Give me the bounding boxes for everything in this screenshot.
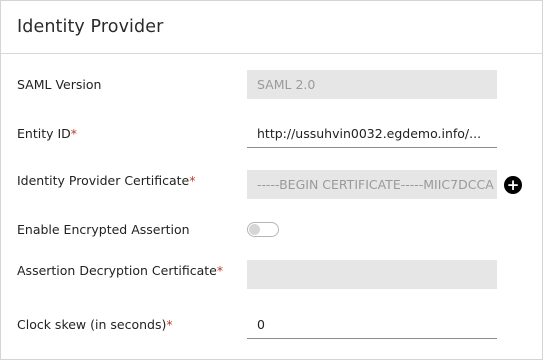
panel-title: Identity Provider [17, 17, 164, 37]
required-marker: * [166, 317, 173, 332]
entity-id-input[interactable]: http://ussuhvin0032.egdemo.info/... [247, 119, 497, 148]
idp-certificate-label: Identity Provider Certificate* [17, 173, 196, 188]
clock-skew-input[interactable]: 0 [247, 310, 497, 339]
panel-header: Identity Provider [1, 1, 542, 54]
idp-certificate-field[interactable]: -----BEGIN CERTIFICATE-----MIIC7DCCA [247, 170, 497, 199]
decryption-certificate-label-text: Assertion Decryption Certificate [17, 263, 217, 278]
required-marker: * [216, 263, 224, 278]
plus-circle-icon[interactable]: + [504, 176, 522, 194]
idp-certificate-label-text: Identity Provider Certificate [17, 173, 190, 188]
encrypted-assertion-toggle[interactable] [247, 222, 279, 237]
decryption-certificate-field[interactable] [247, 260, 497, 289]
decryption-certificate-label: Assertion Decryption Certificate* [17, 263, 223, 278]
required-marker: * [189, 173, 196, 188]
saml-version-label-text: SAML Version [17, 77, 102, 92]
saml-version-label: SAML Version [17, 77, 101, 92]
clock-skew-label-text: Clock skew (in seconds) [17, 317, 167, 332]
entity-id-label: Entity ID* [17, 126, 77, 141]
clock-skew-label: Clock skew (in seconds)* [17, 317, 173, 332]
encrypted-assertion-label: Enable Encrypted Assertion [17, 222, 190, 237]
saml-version-field: SAML 2.0 [247, 70, 497, 99]
required-marker: * [70, 126, 78, 141]
encrypted-assertion-label-text: Enable Encrypted Assertion [17, 222, 190, 237]
toggle-knob [249, 224, 260, 235]
entity-id-label-text: Entity ID [17, 126, 71, 141]
identity-provider-panel: Identity Provider SAML Version SAML 2.0 … [0, 0, 543, 360]
